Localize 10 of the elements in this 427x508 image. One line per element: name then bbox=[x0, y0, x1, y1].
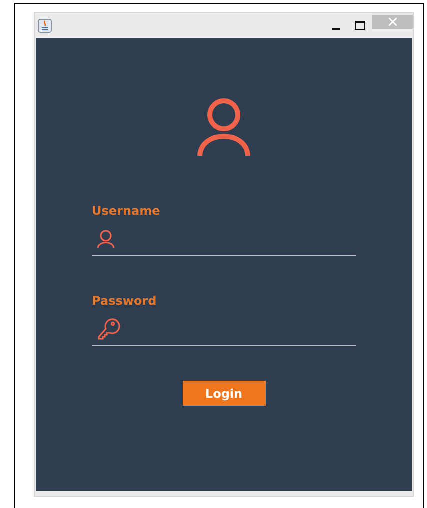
key-icon bbox=[96, 316, 122, 342]
login-button[interactable]: Login bbox=[182, 381, 266, 406]
close-icon bbox=[388, 18, 396, 26]
app-icon bbox=[38, 18, 52, 32]
field-label: Password bbox=[92, 293, 158, 310]
person-icon bbox=[96, 228, 116, 248]
minimize-icon bbox=[332, 28, 340, 30]
field-label: Username bbox=[92, 203, 162, 220]
avatar-icon bbox=[196, 98, 252, 158]
maximize-icon bbox=[355, 21, 365, 30]
